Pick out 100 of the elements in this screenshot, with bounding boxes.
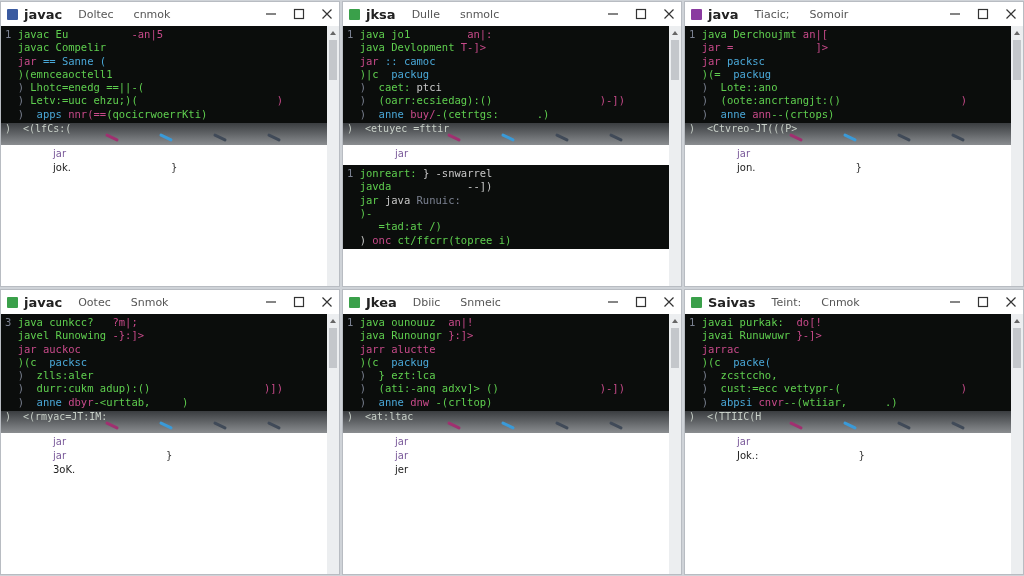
scroll-thumb[interactable] [329, 328, 337, 368]
scroll-up-icon[interactable] [1013, 30, 1021, 36]
code-text: ) [16, 107, 25, 122]
maximize-icon[interactable] [635, 296, 647, 308]
code-text: ) [358, 369, 367, 383]
close-icon[interactable] [663, 8, 675, 20]
code-text: abpsi [720, 395, 754, 410]
menu-item[interactable]: Snmeic [460, 295, 501, 309]
maximize-icon[interactable] [977, 296, 989, 308]
code-text: jonreart: [359, 167, 417, 181]
code-text: javai Runuwuwr [700, 329, 791, 343]
scroll-thumb[interactable] [671, 328, 679, 368]
close-icon[interactable] [1005, 296, 1017, 308]
scrollbar[interactable] [1011, 26, 1023, 286]
menu-item[interactable]: Dbiic [412, 295, 441, 309]
scroll-up-icon[interactable] [1013, 318, 1021, 324]
code-text: ) [358, 81, 367, 95]
scrollbar[interactable] [669, 314, 681, 574]
maximize-icon[interactable] [293, 296, 305, 308]
code-text: --]) [466, 180, 493, 194]
menu-item[interactable]: Somoir [809, 7, 849, 21]
menu-item[interactable]: Ootec [78, 295, 111, 309]
close-icon[interactable] [663, 296, 675, 308]
strip-text: ) <(lfCs:( [5, 123, 72, 136]
menu-item[interactable]: snmolc [459, 7, 500, 21]
code-text: ) [358, 395, 367, 410]
output-text: jar [395, 449, 409, 464]
menu-item[interactable]: Snmok [130, 295, 169, 309]
code-text: packug [391, 67, 430, 82]
code-text: javac Eu [17, 28, 69, 42]
code-text: --(crtops) [771, 107, 835, 122]
maximize-icon[interactable] [635, 8, 647, 20]
code-text: -<urttab, ) [93, 395, 189, 410]
window-title: javac [24, 294, 63, 310]
window-title: java [708, 6, 739, 22]
code-text: java cunkcc? [17, 316, 94, 330]
output-text: jok. [53, 161, 71, 176]
code-text: 1 [5, 28, 13, 42]
scrollbar[interactable] [327, 26, 339, 286]
code-text: jar [358, 193, 379, 207]
close-icon[interactable] [1005, 8, 1017, 20]
scroll-up-icon[interactable] [671, 318, 679, 324]
code-text: aluctte [390, 342, 436, 356]
window-title: Jkea [366, 294, 397, 310]
code-text: ) [700, 81, 709, 95]
code-text: anne [36, 395, 63, 410]
code-text: 1 [689, 28, 697, 42]
code-text: onc [372, 233, 393, 247]
strip-text: ) <at:ltac [347, 411, 414, 424]
scroll-thumb[interactable] [671, 40, 679, 80]
scroll-thumb[interactable] [1013, 328, 1021, 368]
maximize-icon[interactable] [977, 8, 989, 20]
window-title: javac [24, 6, 63, 22]
code-text: ) [358, 94, 367, 108]
code-text: durr:cukm adup):() [36, 382, 151, 396]
code-text: javda [358, 180, 392, 194]
scroll-thumb[interactable] [1013, 40, 1021, 80]
scroll-thumb[interactable] [329, 40, 337, 80]
code-text: (qocicrwoerrKti) [106, 107, 208, 122]
code-text: anne [720, 107, 747, 122]
code-text: jar [700, 54, 721, 68]
code-text: javel Runowing [16, 329, 107, 343]
code-text: nnr(== [68, 107, 107, 122]
code-text: :: camoc [383, 54, 436, 68]
close-icon[interactable] [321, 296, 333, 308]
scrollbar[interactable] [327, 314, 339, 574]
code-text: -an|5 [130, 28, 164, 42]
code-text: 1 [347, 28, 355, 42]
menu-item[interactable]: cnmok [133, 7, 171, 21]
scrollbar[interactable] [1011, 314, 1023, 574]
code-text: java Derchoujmt [701, 28, 797, 42]
scroll-up-icon[interactable] [329, 318, 337, 324]
output-text: jar [53, 147, 67, 162]
code-text: Runuic: [415, 193, 461, 207]
scrollbar[interactable] [669, 26, 681, 286]
menu-item[interactable]: Dulle [411, 7, 440, 21]
output-text: Jok.: [737, 449, 759, 464]
code-text: zcstccho, [720, 369, 778, 383]
code-text: ) [700, 395, 709, 410]
code-text: 1 [347, 167, 355, 181]
scroll-up-icon[interactable] [329, 30, 337, 36]
code-text: ?m|; [111, 316, 138, 330]
code-text: 3 [5, 316, 13, 330]
code-text: T-]> [459, 41, 487, 55]
code-text: packe( [733, 355, 772, 370]
code-text: )(c [16, 355, 38, 370]
menu-item[interactable]: Teint: [771, 295, 802, 309]
output-text: } [166, 449, 173, 464]
menu-item[interactable]: Cnmok [821, 295, 860, 309]
output-text: jer [395, 463, 409, 478]
close-icon[interactable] [321, 8, 333, 20]
code-text: cust:=ecc vettypr-( [720, 382, 841, 396]
menu-item[interactable]: Tiacic; [754, 7, 790, 21]
code-text: ) [16, 369, 25, 383]
code-text: 1 [689, 316, 697, 330]
code-text: )-]) [599, 382, 625, 396]
maximize-icon[interactable] [293, 8, 305, 20]
code-text: an|: [466, 28, 493, 42]
scroll-up-icon[interactable] [671, 30, 679, 36]
menu-item[interactable]: Doltec [78, 7, 114, 21]
